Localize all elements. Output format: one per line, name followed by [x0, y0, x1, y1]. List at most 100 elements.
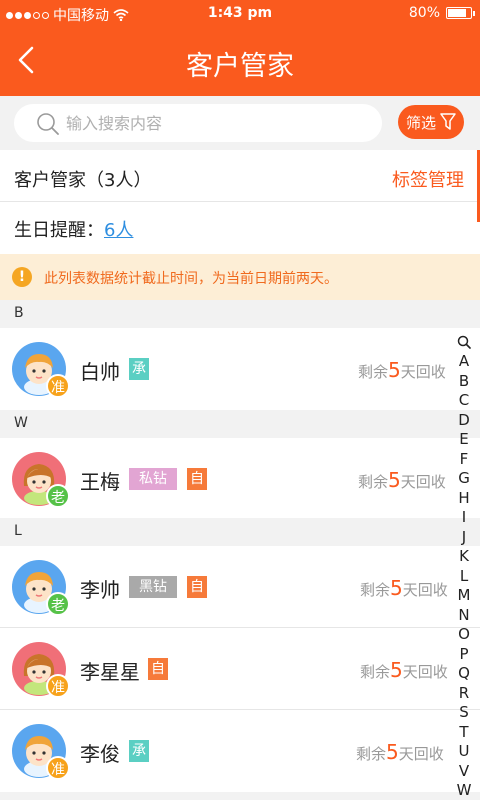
- index-letter-i[interactable]: I: [452, 508, 476, 528]
- index-search-icon[interactable]: [452, 332, 476, 352]
- index-letter-e[interactable]: E: [452, 430, 476, 450]
- remain-days-text: 剩余5天回收: [358, 468, 446, 492]
- avatar-badge: 准: [46, 374, 70, 398]
- index-letter-c[interactable]: C: [452, 391, 476, 411]
- search-icon: [37, 113, 59, 135]
- customer-item[interactable]: 老 李帅 黑钻 自 剩余5天回收: [0, 546, 480, 628]
- remain-days-text: 剩余5天回收: [360, 576, 448, 600]
- filter-button[interactable]: 筛选: [398, 105, 464, 139]
- index-letter-f[interactable]: F: [452, 450, 476, 470]
- section-header-w: W: [0, 410, 480, 438]
- customer-item[interactable]: 准 李星星 自 剩余5天回收: [0, 628, 480, 710]
- customer-name: 李星星: [80, 660, 140, 684]
- filter-funnel-icon: [440, 113, 456, 130]
- tag-badge: 自: [148, 658, 168, 680]
- filter-label: 筛选: [405, 113, 436, 132]
- birthday-count-link[interactable]: 6人: [104, 220, 133, 241]
- remain-prefix: 剩余: [356, 745, 387, 763]
- remain-days: 5: [390, 658, 403, 682]
- index-letter-s[interactable]: S: [452, 703, 476, 723]
- customer-item[interactable]: 准 李俊 承 剩余5天回收: [0, 710, 480, 792]
- page-title: 客户管家: [186, 51, 294, 82]
- index-letter-l[interactable]: L: [452, 567, 476, 587]
- tag-badge: 承: [129, 740, 149, 762]
- section-letter: W: [14, 415, 28, 431]
- index-letter-d[interactable]: D: [452, 411, 476, 431]
- remain-suffix: 天回收: [400, 473, 446, 491]
- search-bar: 筛选: [0, 96, 480, 150]
- search-icon: [457, 335, 471, 349]
- customer-item[interactable]: 老 王梅 私钻 自 剩余5天回收: [0, 438, 480, 520]
- avatar: 老: [12, 452, 70, 508]
- index-letter-t[interactable]: T: [452, 723, 476, 743]
- remain-suffix: 天回收: [402, 663, 448, 681]
- remain-days: 5: [386, 740, 399, 764]
- avatar: 准: [12, 642, 70, 698]
- remain-prefix: 剩余: [360, 581, 391, 599]
- index-letter-g[interactable]: G: [452, 469, 476, 489]
- birthday-reminder: 生日提醒：6人: [14, 216, 133, 242]
- avatar: 老: [12, 560, 70, 616]
- summary-row: 客户管家（3人） 标签管理: [0, 150, 480, 202]
- index-letter-r[interactable]: R: [452, 684, 476, 704]
- remain-days: 5: [388, 468, 401, 492]
- alphabet-index-bar[interactable]: ABCDEFGHIJKLMNOPQRSTUVW: [452, 332, 476, 800]
- index-letter-p[interactable]: P: [452, 645, 476, 665]
- remain-prefix: 剩余: [358, 363, 389, 381]
- header: 中国移动 1:43 pm 80% 客户管家: [0, 0, 480, 96]
- index-letter-v[interactable]: V: [452, 762, 476, 782]
- remain-days: 5: [388, 358, 401, 382]
- search-input[interactable]: [66, 110, 366, 136]
- remain-prefix: 剩余: [360, 663, 391, 681]
- avatar-badge: 老: [46, 592, 70, 616]
- summary-panel: 客户管家（3人） 标签管理 生日提醒：6人: [0, 150, 480, 254]
- notice-banner: ! 此列表数据统计截止时间，为当前日期前两天。: [0, 254, 480, 300]
- search-box[interactable]: [14, 104, 382, 142]
- remain-suffix: 天回收: [398, 745, 444, 763]
- customer-name: 王梅: [80, 470, 120, 494]
- index-letter-n[interactable]: N: [452, 606, 476, 626]
- customer-name: 李帅: [80, 578, 120, 602]
- tag-badge: 私钻: [129, 468, 177, 490]
- status-right: 80%: [408, 5, 475, 21]
- customer-item[interactable]: 准 白帅 承 剩余5天回收: [0, 328, 480, 410]
- avatar-badge: 准: [46, 674, 70, 698]
- section-letter: L: [14, 523, 22, 539]
- customer-name: 白帅: [80, 360, 120, 384]
- avatar-badge: 老: [46, 484, 70, 508]
- index-letter-h[interactable]: H: [452, 489, 476, 509]
- index-letter-u[interactable]: U: [452, 742, 476, 762]
- tag-badge: 自: [187, 468, 207, 490]
- index-letter-q[interactable]: Q: [452, 664, 476, 684]
- notice-text: 此列表数据统计截止时间，为当前日期前两天。: [44, 271, 338, 287]
- birthday-label: 生日提醒：: [14, 220, 104, 241]
- section-header-l: L: [0, 518, 480, 546]
- battery-icon: [446, 7, 475, 19]
- remain-days: 5: [390, 576, 403, 600]
- index-letter-b[interactable]: B: [452, 372, 476, 392]
- birthday-row: 生日提醒：6人: [0, 202, 480, 254]
- status-bar: 中国移动 1:43 pm 80%: [0, 0, 480, 28]
- nav-bar: 客户管家: [0, 28, 480, 96]
- remain-days-text: 剩余5天回收: [356, 740, 444, 764]
- index-letter-j[interactable]: J: [452, 528, 476, 548]
- index-letter-m[interactable]: M: [452, 586, 476, 606]
- index-letter-a[interactable]: A: [452, 352, 476, 372]
- tag-badge: 承: [129, 358, 149, 380]
- remain-prefix: 剩余: [358, 473, 389, 491]
- section-header-b: B: [0, 300, 480, 328]
- index-letter-k[interactable]: K: [452, 547, 476, 567]
- avatar: 准: [12, 724, 70, 780]
- remain-suffix: 天回收: [402, 581, 448, 599]
- tag-badge: 黑钻: [129, 576, 177, 598]
- remain-days-text: 剩余5天回收: [358, 358, 446, 382]
- avatar-badge: 准: [46, 756, 70, 780]
- index-letter-o[interactable]: O: [452, 625, 476, 645]
- index-letter-w[interactable]: W: [452, 781, 476, 800]
- remain-suffix: 天回收: [400, 363, 446, 381]
- section-letter: B: [14, 305, 24, 321]
- warning-icon: !: [12, 267, 32, 287]
- battery-fill: [448, 9, 466, 17]
- tag-manage-link[interactable]: 标签管理: [392, 166, 464, 192]
- battery-text: 80%: [408, 5, 440, 21]
